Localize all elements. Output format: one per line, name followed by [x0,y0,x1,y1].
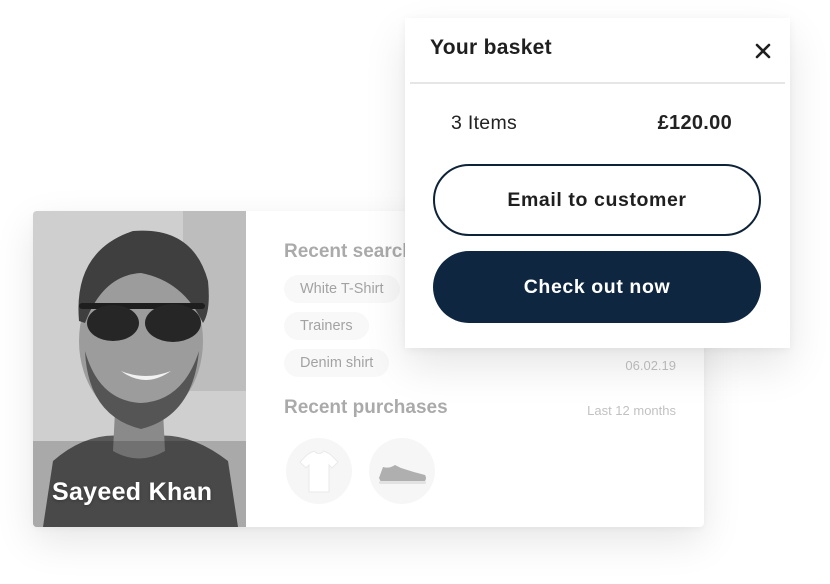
close-button[interactable] [750,38,776,64]
close-icon [755,43,771,59]
basket-item-count: 3 Items [451,112,518,134]
search-chip[interactable]: White T-Shirt [284,275,400,303]
search-date: 06.02.19 [625,358,676,373]
search-chip[interactable]: Trainers [284,312,369,340]
email-to-customer-button[interactable]: Email to customer [433,164,761,236]
basket-title: Your basket [430,36,552,59]
divider [410,82,785,84]
basket-total: £120.00 [657,112,732,134]
sneaker-icon [379,465,426,484]
purchases-period: Last 12 months [587,403,676,418]
purchase-item-thumbnail[interactable] [286,438,352,504]
t-shirt-icon [299,450,339,493]
purchase-item-thumbnail[interactable] [369,438,435,504]
customer-photo: Sayeed Khan [33,211,246,527]
search-chip[interactable]: Denim shirt [284,349,390,377]
customer-name: Sayeed Khan [52,478,213,506]
recent-purchases-title: Recent purchases [284,397,448,418]
basket-popup: Your basket 3 Items £120.00 Email to cus… [405,18,790,348]
checkout-button[interactable]: Check out now [433,251,761,323]
